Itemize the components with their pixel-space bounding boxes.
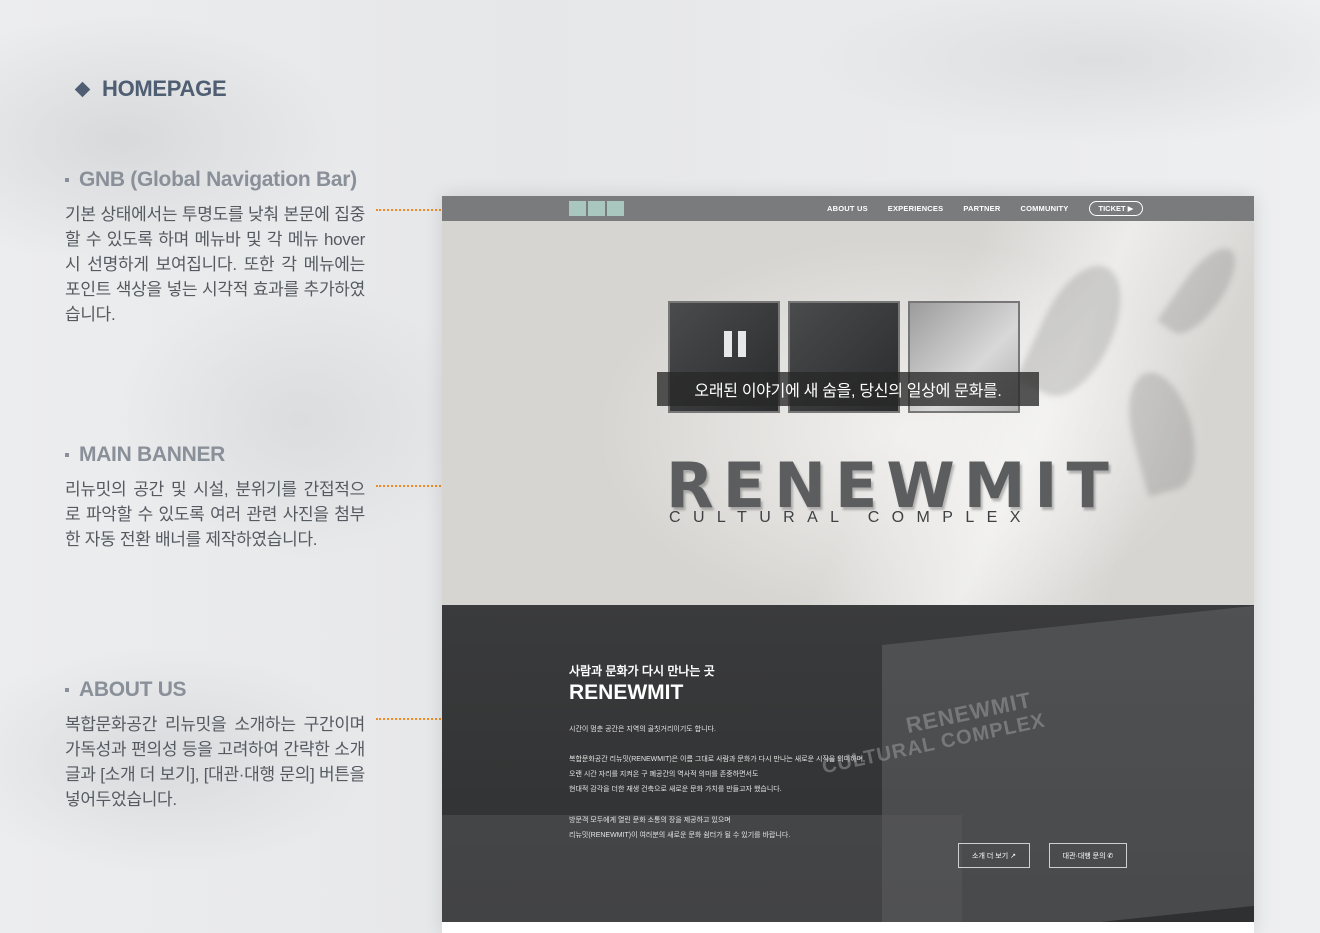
note-title: MAIN BANNER (65, 443, 365, 467)
note-title: GNB (Global Navigation Bar) (65, 168, 365, 192)
nav-item-community[interactable]: COMMUNITY (1020, 204, 1068, 213)
site-logo[interactable] (569, 201, 624, 216)
bullet-icon (65, 688, 69, 692)
note-title: ABOUT US (65, 678, 365, 702)
nav-item-about-us[interactable]: ABOUT US (827, 204, 868, 213)
about-paragraph: 시간이 멈춘 공간은 지역의 골칫거리이기도 합니다. (569, 726, 716, 733)
note-description: 복합문화공간 리뉴밋을 소개하는 구간이며 가독성과 편의성 등을 고려하여 간… (65, 715, 365, 809)
global-navigation-bar: ABOUT US EXPERIENCES PARTNER COMMUNITY T… (442, 196, 1254, 221)
website-mockup: ABOUT US EXPERIENCES PARTNER COMMUNITY T… (442, 196, 1254, 933)
leaf-shadow (1117, 365, 1207, 497)
main-banner: 오래된 이야기에 새 숨을, 당신의 일상에 문화를. RENEWMIT CUL… (442, 221, 1254, 605)
about-title: RENEWMIT (569, 681, 684, 704)
note-gnb: GNB (Global Navigation Bar) 기본 상태에서는 투명도… (65, 168, 365, 327)
leaf-shadow (1156, 238, 1248, 344)
about-paragraph: 오랜 시간 자리를 지켜온 구 폐공간의 역사적 의미를 존중하면서도 (569, 771, 759, 778)
note-description: 리뉴밋의 공간 및 시설, 분위기를 간접적으로 파악할 수 있도록 여러 관련… (65, 480, 365, 549)
section-title: HOMEPAGE (74, 76, 227, 102)
note-main-banner: MAIN BANNER 리뉴밋의 공간 및 시설, 분위기를 간접적으로 파악할… (65, 443, 365, 552)
ticket-button[interactable]: TICKET ▶ (1088, 201, 1144, 216)
about-paragraph: 복합문화공간 리뉴밋(RENEWMIT)은 이름 그대로 사람과 문화가 다시 … (569, 756, 866, 763)
about-subtitle: 사람과 문화가 다시 만나는 곳 (569, 664, 715, 678)
bullet-icon (65, 453, 69, 457)
about-paragraph: 리뉴밋(RENEWMIT)이 여러분의 새로운 문화 쉼터가 될 수 있기를 바… (569, 832, 791, 839)
note-about-us: ABOUT US 복합문화공간 리뉴밋을 소개하는 구간이며 가독성과 편의성 … (65, 678, 365, 812)
bullet-icon (65, 178, 69, 182)
nav-menu: ABOUT US EXPERIENCES PARTNER COMMUNITY T… (807, 196, 1144, 221)
rental-inquiry-button[interactable]: 대관·대행 문의 ✆ (1049, 843, 1127, 868)
about-paragraph: 방문객 모두에게 열린 문화 소통의 장을 제공하고 있으며 (569, 817, 731, 824)
nav-item-experiences[interactable]: EXPERIENCES (888, 204, 944, 213)
banner-brand-subtitle: CULTURAL COMPLEX (669, 509, 1033, 526)
about-paragraph: 현대적 감각을 더한 재생 건축으로 새로운 문화 가치를 만들고자 했습니다. (569, 786, 782, 793)
about-us-section: RENEWMIT CULTURAL COMPLEX 사람과 문화가 다시 만나는… (442, 605, 1254, 922)
diamond-icon (74, 81, 91, 97)
more-about-button[interactable]: 소개 더 보기 ↗ (958, 843, 1030, 868)
nav-item-partner[interactable]: PARTNER (963, 204, 1000, 213)
note-description: 기본 상태에서는 투명도를 낮춰 본문에 집중할 수 있도록 하며 메뉴바 및 … (65, 205, 365, 324)
banner-tagline: 오래된 이야기에 새 숨을, 당신의 일상에 문화를. (657, 372, 1039, 406)
